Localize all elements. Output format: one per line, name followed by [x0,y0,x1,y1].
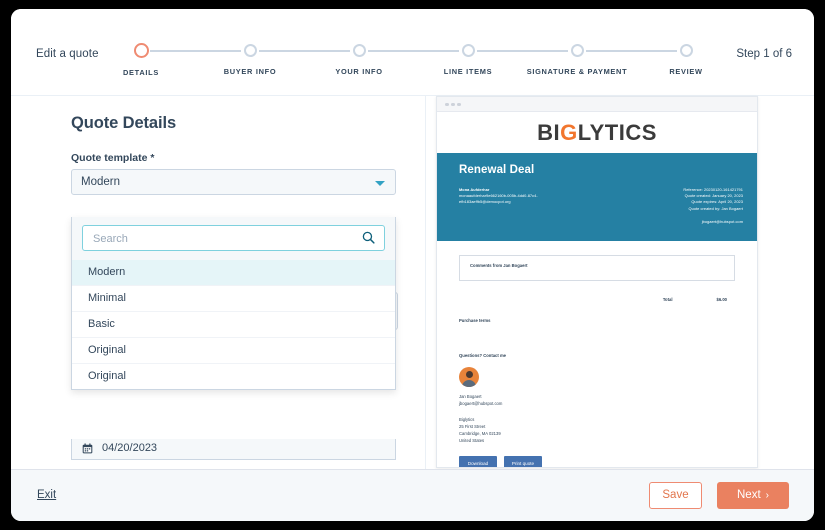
next-button[interactable]: Next › [717,482,789,509]
step-dot-icon [571,44,584,57]
logo-text-g: G [560,120,578,145]
download-button[interactable]: Download [459,456,497,468]
preview-banner: Renewal Deal Mona Aufderhar monaaufderha… [437,153,757,241]
dropdown-option[interactable]: Original [72,337,395,363]
dropdown-search-field[interactable] [82,225,385,251]
step-review[interactable]: REVIEW [626,39,746,76]
calendar-icon [82,443,93,454]
logo-text-left: BI [537,120,560,145]
dropdown-option[interactable]: Original [72,363,395,389]
expiration-date-field[interactable]: 04/20/2023 [71,439,396,460]
preview-browser-bar [437,97,757,112]
preview-contact-email: jbogaert@hubspot.com [459,400,735,407]
wizard-stepper: Edit a quote Step 1 of 6 DETAILSBUYER IN… [11,9,814,95]
next-button-label: Next [737,489,761,501]
browser-dot-icon [457,103,461,107]
save-button[interactable]: Save [649,482,702,509]
preview-address-line1: 25 First Street [459,423,735,430]
preview-logo-band: BIGLYTICS [437,112,757,153]
dropdown-option[interactable]: Basic [72,311,395,337]
step-buyer-info[interactable]: BUYER INFO [190,39,310,76]
step-label: DETAILS [81,68,201,77]
step-dot-icon [134,43,149,58]
browser-dot-icon [445,103,449,107]
quote-preview: BIGLYTICS Renewal Deal Mona Aufderhar mo… [436,96,758,468]
biglytics-logo: BIGLYTICS [537,120,657,146]
chevron-down-icon [375,181,385,186]
avatar [459,367,479,387]
preview-total-row: Total $6.00 [459,296,735,303]
step-line-items[interactable]: LINE ITEMS [408,39,528,76]
avatar-head-icon [466,371,473,378]
preview-created-by: Quote created by: Jan Bogaert [611,206,743,212]
step-label: SIGNATURE & PAYMENT [517,67,637,76]
preview-comment-box: Comments from Jan Bogaert [459,255,735,281]
step-dot-icon [680,44,693,57]
dropdown-option-list: ModernMinimalBasicOriginalOriginal [72,260,395,389]
quote-template-dropdown[interactable]: ModernMinimalBasicOriginalOriginal [71,217,396,390]
wizard-footer: Exit Save Next › [11,469,814,521]
step-your-info[interactable]: YOUR INFO [299,39,419,76]
expiration-date-value: 04/20/2023 [102,442,157,454]
step-list: DETAILSBUYER INFOYOUR INFOLINE ITEMSSIGN… [141,39,686,89]
quote-template-select[interactable]: Modern [71,169,396,195]
page-title: Quote Details [71,114,425,133]
print-quote-button[interactable]: Print quote [504,456,542,468]
quote-template-value: Modern [81,176,120,188]
chevron-right-icon: › [766,490,769,501]
quote-details-form: Quote Details Quote template * Modern [11,96,426,470]
logo-text-right: LYTICS [578,120,657,145]
step-dot-icon [462,44,475,57]
preview-purchase-terms: Purchase terms [459,317,735,324]
preview-contact-name: Jan Bogaert [459,393,735,400]
preview-total-value: $6.00 [717,296,727,303]
preview-meta-block: Reference: 20230120-161421791 Quote crea… [611,187,743,225]
preview-deal-title: Renewal Deal [459,164,743,176]
preview-address-block: Biglytics 25 First Street Cambridge, MA … [459,416,735,444]
avatar-body-icon [462,380,476,388]
preview-company: Biglytics [459,416,735,423]
app-window: Edit a quote Step 1 of 6 DETAILSBUYER IN… [11,9,814,521]
dropdown-option[interactable]: Modern [72,260,395,285]
preview-address-line3: United States [459,437,735,444]
step-dot-icon [244,44,257,57]
step-label: REVIEW [626,67,746,76]
preview-buyer-block: Mona Aufderhar monaaufderhar9e662160b-00… [459,187,599,225]
preview-contact-block: Jan Bogaert jbogaert@hubspot.com [459,393,735,407]
step-label: LINE ITEMS [408,67,528,76]
step-label: YOUR INFO [299,67,419,76]
dropdown-option[interactable]: Minimal [72,285,395,311]
preview-address-line2: Cambridge, MA 02139 [459,430,735,437]
preview-body: Comments from Jan Bogaert Total $6.00 Pu… [437,241,757,468]
preview-total-label: Total [663,296,673,303]
preview-banner-columns: Mona Aufderhar monaaufderhar9e662160b-00… [459,187,743,225]
preview-action-buttons: Download Print quote [459,456,735,468]
preview-buyer-email-line2: efb183aeffb5@democpot.org [459,199,599,205]
preview-sender-email: jbogaert@hubspot.com [611,219,743,225]
quote-preview-pane: BIGLYTICS Renewal Deal Mona Aufderhar mo… [426,96,814,470]
step-details[interactable]: DETAILS [81,39,201,77]
search-icon [362,231,375,244]
exit-link[interactable]: Exit [37,489,56,501]
step-signature-payment[interactable]: SIGNATURE & PAYMENT [517,39,637,76]
dropdown-search-wrap [72,217,395,260]
preview-comment-text: Comments from Jan Bogaert [470,262,734,269]
step-dot-icon [353,44,366,57]
quote-template-label: Quote template * [71,152,425,164]
wizard-body: Quote Details Quote template * Modern [11,95,814,470]
step-label: BUYER INFO [190,67,310,76]
browser-dot-icon [451,103,455,107]
search-input[interactable] [91,226,350,252]
preview-questions-heading: Questions? Contact me [459,352,735,359]
